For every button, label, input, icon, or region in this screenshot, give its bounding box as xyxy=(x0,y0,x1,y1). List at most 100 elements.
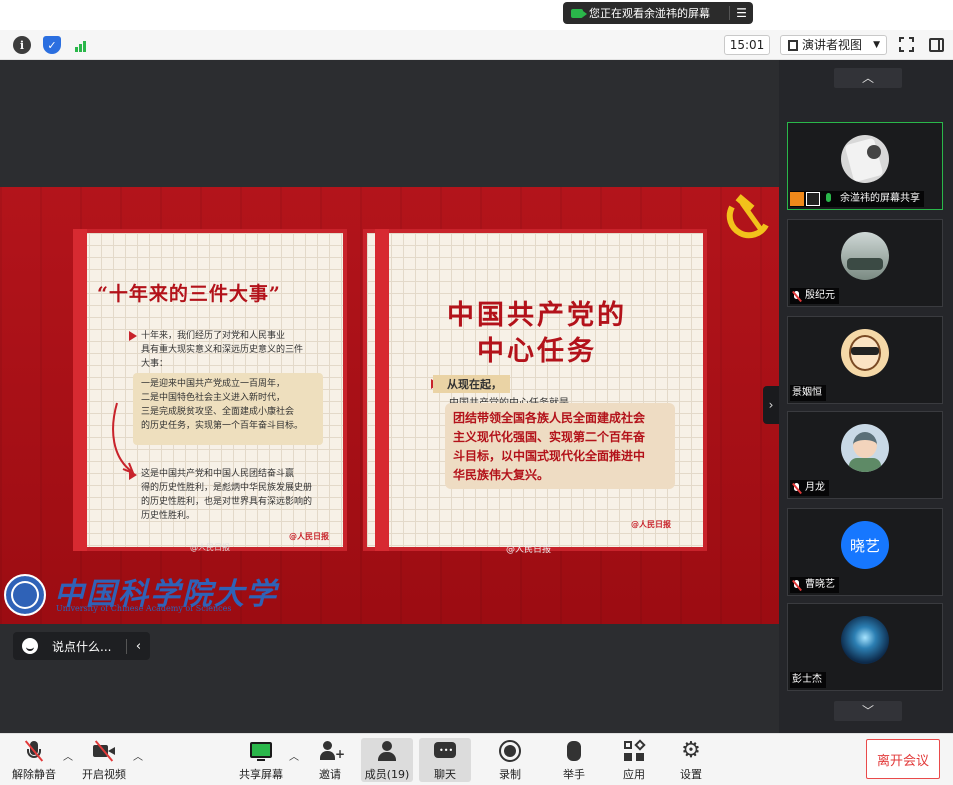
curved-arrow-icon xyxy=(112,402,135,475)
members-button[interactable]: 成员(19) xyxy=(361,738,413,782)
chat-placeholder[interactable]: 说点什么... xyxy=(48,638,126,655)
add-user-icon: + xyxy=(318,739,345,763)
start-video-button[interactable]: 开启视频 xyxy=(80,738,128,782)
participant-tile[interactable]: 晓艺 曹晓艺 xyxy=(787,508,943,596)
bottom-toolbar: 解除静音 ︿ 开启视频 ︿ 共享屏幕 ︿ + 邀请 成员(19) ••• 聊天 … xyxy=(0,733,953,785)
members-icon xyxy=(375,739,399,763)
chat-label: 聊天 xyxy=(434,768,456,781)
fullscreen-icon[interactable] xyxy=(899,37,914,52)
start-video-label: 开启视频 xyxy=(82,768,126,781)
participant-name: 月龙 xyxy=(805,482,825,493)
participant-label: 景姻恒 xyxy=(790,385,826,401)
raise-hand-label: 举手 xyxy=(563,768,585,781)
participant-tile[interactable]: 月龙 xyxy=(787,411,943,499)
participant-label: 殷纪元 xyxy=(790,288,839,304)
avatar xyxy=(841,329,889,377)
screen-share-banner[interactable]: 您正在观看余湴祎的屏幕 ☰ xyxy=(563,2,753,24)
unmute-label: 解除静音 xyxy=(12,768,56,781)
chevron-down-icon: ▼ xyxy=(873,40,880,50)
speaker-view-icon xyxy=(788,39,798,51)
banner-menu-icon[interactable]: ☰ xyxy=(729,6,753,20)
card-spine xyxy=(73,229,87,551)
view-mode-dropdown[interactable]: 演讲者视图 ▼ xyxy=(780,35,887,55)
avatar: 晓艺 xyxy=(841,521,889,569)
participant-name: 景姻恒 xyxy=(792,387,822,398)
card-title: “十年来的三件大事” xyxy=(97,283,281,305)
info-icon[interactable]: i xyxy=(13,36,31,54)
mic-icon xyxy=(822,192,836,206)
participant-gallery: ︿ 余湴祎的屏幕共享 殷纪元 景姻恒 月龙 晓艺 曹晓艺 彭士杰 ﹀ xyxy=(779,60,953,733)
share-screen-label: 共享屏幕 xyxy=(239,768,283,781)
text-line: 历史性胜利。 xyxy=(141,511,196,521)
mic-muted-icon xyxy=(792,290,801,302)
camera-off-icon xyxy=(92,739,116,763)
text-line: 团结带领全国各族人民全面建成社会 xyxy=(453,411,646,425)
participant-tile[interactable]: 殷纪元 xyxy=(787,219,943,307)
bullet-icon xyxy=(129,331,137,341)
share-screen-icon xyxy=(249,739,273,763)
apps-label: 应用 xyxy=(623,768,645,781)
members-label: 成员(19) xyxy=(364,768,410,781)
card-title-line-1: 中国共产党的 xyxy=(447,300,627,331)
apps-button[interactable]: 应用 xyxy=(614,738,654,782)
video-options-chevron-icon[interactable]: ︿ xyxy=(133,748,143,763)
chat-button[interactable]: ••• 聊天 xyxy=(419,738,471,782)
gear-icon: ⚙ xyxy=(681,738,701,763)
collapse-gallery-tab[interactable]: › xyxy=(763,386,779,424)
quick-chat-bar[interactable]: 说点什么... ‹ xyxy=(13,632,150,660)
participant-label: 余湴祎的屏幕共享 xyxy=(790,191,924,207)
participant-tile[interactable]: 彭士杰 xyxy=(787,603,943,691)
list-item: 一是迎来中国共产党成立一百周年， xyxy=(141,379,286,389)
participant-tile[interactable]: 余湴祎的屏幕共享 xyxy=(787,122,943,210)
gallery-scroll-down-button[interactable]: ﹀ xyxy=(834,701,902,721)
record-button[interactable]: 录制 xyxy=(490,738,530,782)
view-mode-label: 演讲者视图 xyxy=(802,38,863,52)
people-daily-logo: @人民日报 xyxy=(631,520,671,529)
list-item: 三是完成脱贫攻坚、全面建成小康社会 xyxy=(141,407,295,417)
shared-slide: “十年来的三件大事” 十年来，我们经历了对党和人民事业 具有重大现实意义和深远历… xyxy=(0,187,779,624)
participant-name: 曹晓艺 xyxy=(805,579,835,590)
gallery-scroll-up-button[interactable]: ︿ xyxy=(834,68,902,88)
invite-button[interactable]: + 邀请 xyxy=(312,738,348,782)
security-shield-icon[interactable]: ✓ xyxy=(43,36,61,54)
chat-bubble-icon: ••• xyxy=(433,739,457,763)
participant-label: 彭士杰 xyxy=(790,672,826,688)
top-toolbar: i ✓ 15:01 演讲者视图 ▼ xyxy=(0,30,953,60)
conclusion-paragraph: 这是中国共产党和中国人民团结奋斗赢 得的历史性胜利，是彪炳中华民族发展史册 的历… xyxy=(141,467,331,523)
host-icon xyxy=(790,192,804,206)
ucas-emblem-icon xyxy=(4,574,46,616)
chevron-left-icon[interactable]: ‹ xyxy=(126,638,150,654)
settings-button[interactable]: ⚙ 设置 xyxy=(671,738,711,782)
leave-meeting-button[interactable]: 离开会议 xyxy=(866,739,940,779)
text-line: 斗目标，以中国式现代化全面推进中 xyxy=(453,449,646,463)
text-line: 主义现代化强国、实现第二个百年奋 xyxy=(453,430,646,444)
participant-name: 殷纪元 xyxy=(805,290,835,301)
list-item: 二是中国特色社会主义进入新时代， xyxy=(141,393,286,403)
emoji-icon[interactable] xyxy=(22,638,38,654)
apps-grid-icon xyxy=(622,739,646,763)
avatar xyxy=(841,135,889,183)
list-item: 的历史任务，实现第一个百年奋斗目标。 xyxy=(141,421,304,431)
participant-name: 余湴祎的屏幕共享 xyxy=(840,193,920,204)
audio-options-chevron-icon[interactable]: ︿ xyxy=(63,748,73,763)
participant-label: 曹晓艺 xyxy=(790,577,839,593)
share-screen-button[interactable]: 共享屏幕 xyxy=(237,738,285,782)
avatar xyxy=(841,232,889,280)
participant-tile[interactable]: 景姻恒 xyxy=(787,316,943,404)
text-line: 具有重大现实意义和深远历史意义的三件 xyxy=(141,345,304,355)
intro-paragraph: 十年来，我们经历了对党和人民事业 具有重大现实意义和深远历史意义的三件 大事： xyxy=(141,329,331,371)
share-options-chevron-icon[interactable]: ︿ xyxy=(289,748,299,763)
text-line: 华民族伟大复兴。 xyxy=(453,468,550,482)
ucas-logo: 中国科学院大学 University of Chinese Academy of… xyxy=(4,574,278,616)
network-signal-icon[interactable] xyxy=(72,36,90,54)
central-task-box: 团结带领全国各族人民全面建成社会 主义现代化强国、实现第二个百年奋 斗目标，以中… xyxy=(445,403,675,489)
mic-muted-icon xyxy=(792,579,801,591)
unmute-button[interactable]: 解除静音 xyxy=(10,738,58,782)
screen-share-icon xyxy=(806,192,820,206)
card-spine xyxy=(375,229,389,551)
raise-hand-button[interactable]: 举手 xyxy=(554,738,594,782)
text-line: 十年来，我们经历了对党和人民事业 xyxy=(141,331,286,341)
text-line: 这是中国共产党和中国人民团结奋斗赢 xyxy=(141,469,295,479)
side-panel-toggle-icon[interactable] xyxy=(929,38,944,52)
bullet-icon xyxy=(129,470,137,480)
